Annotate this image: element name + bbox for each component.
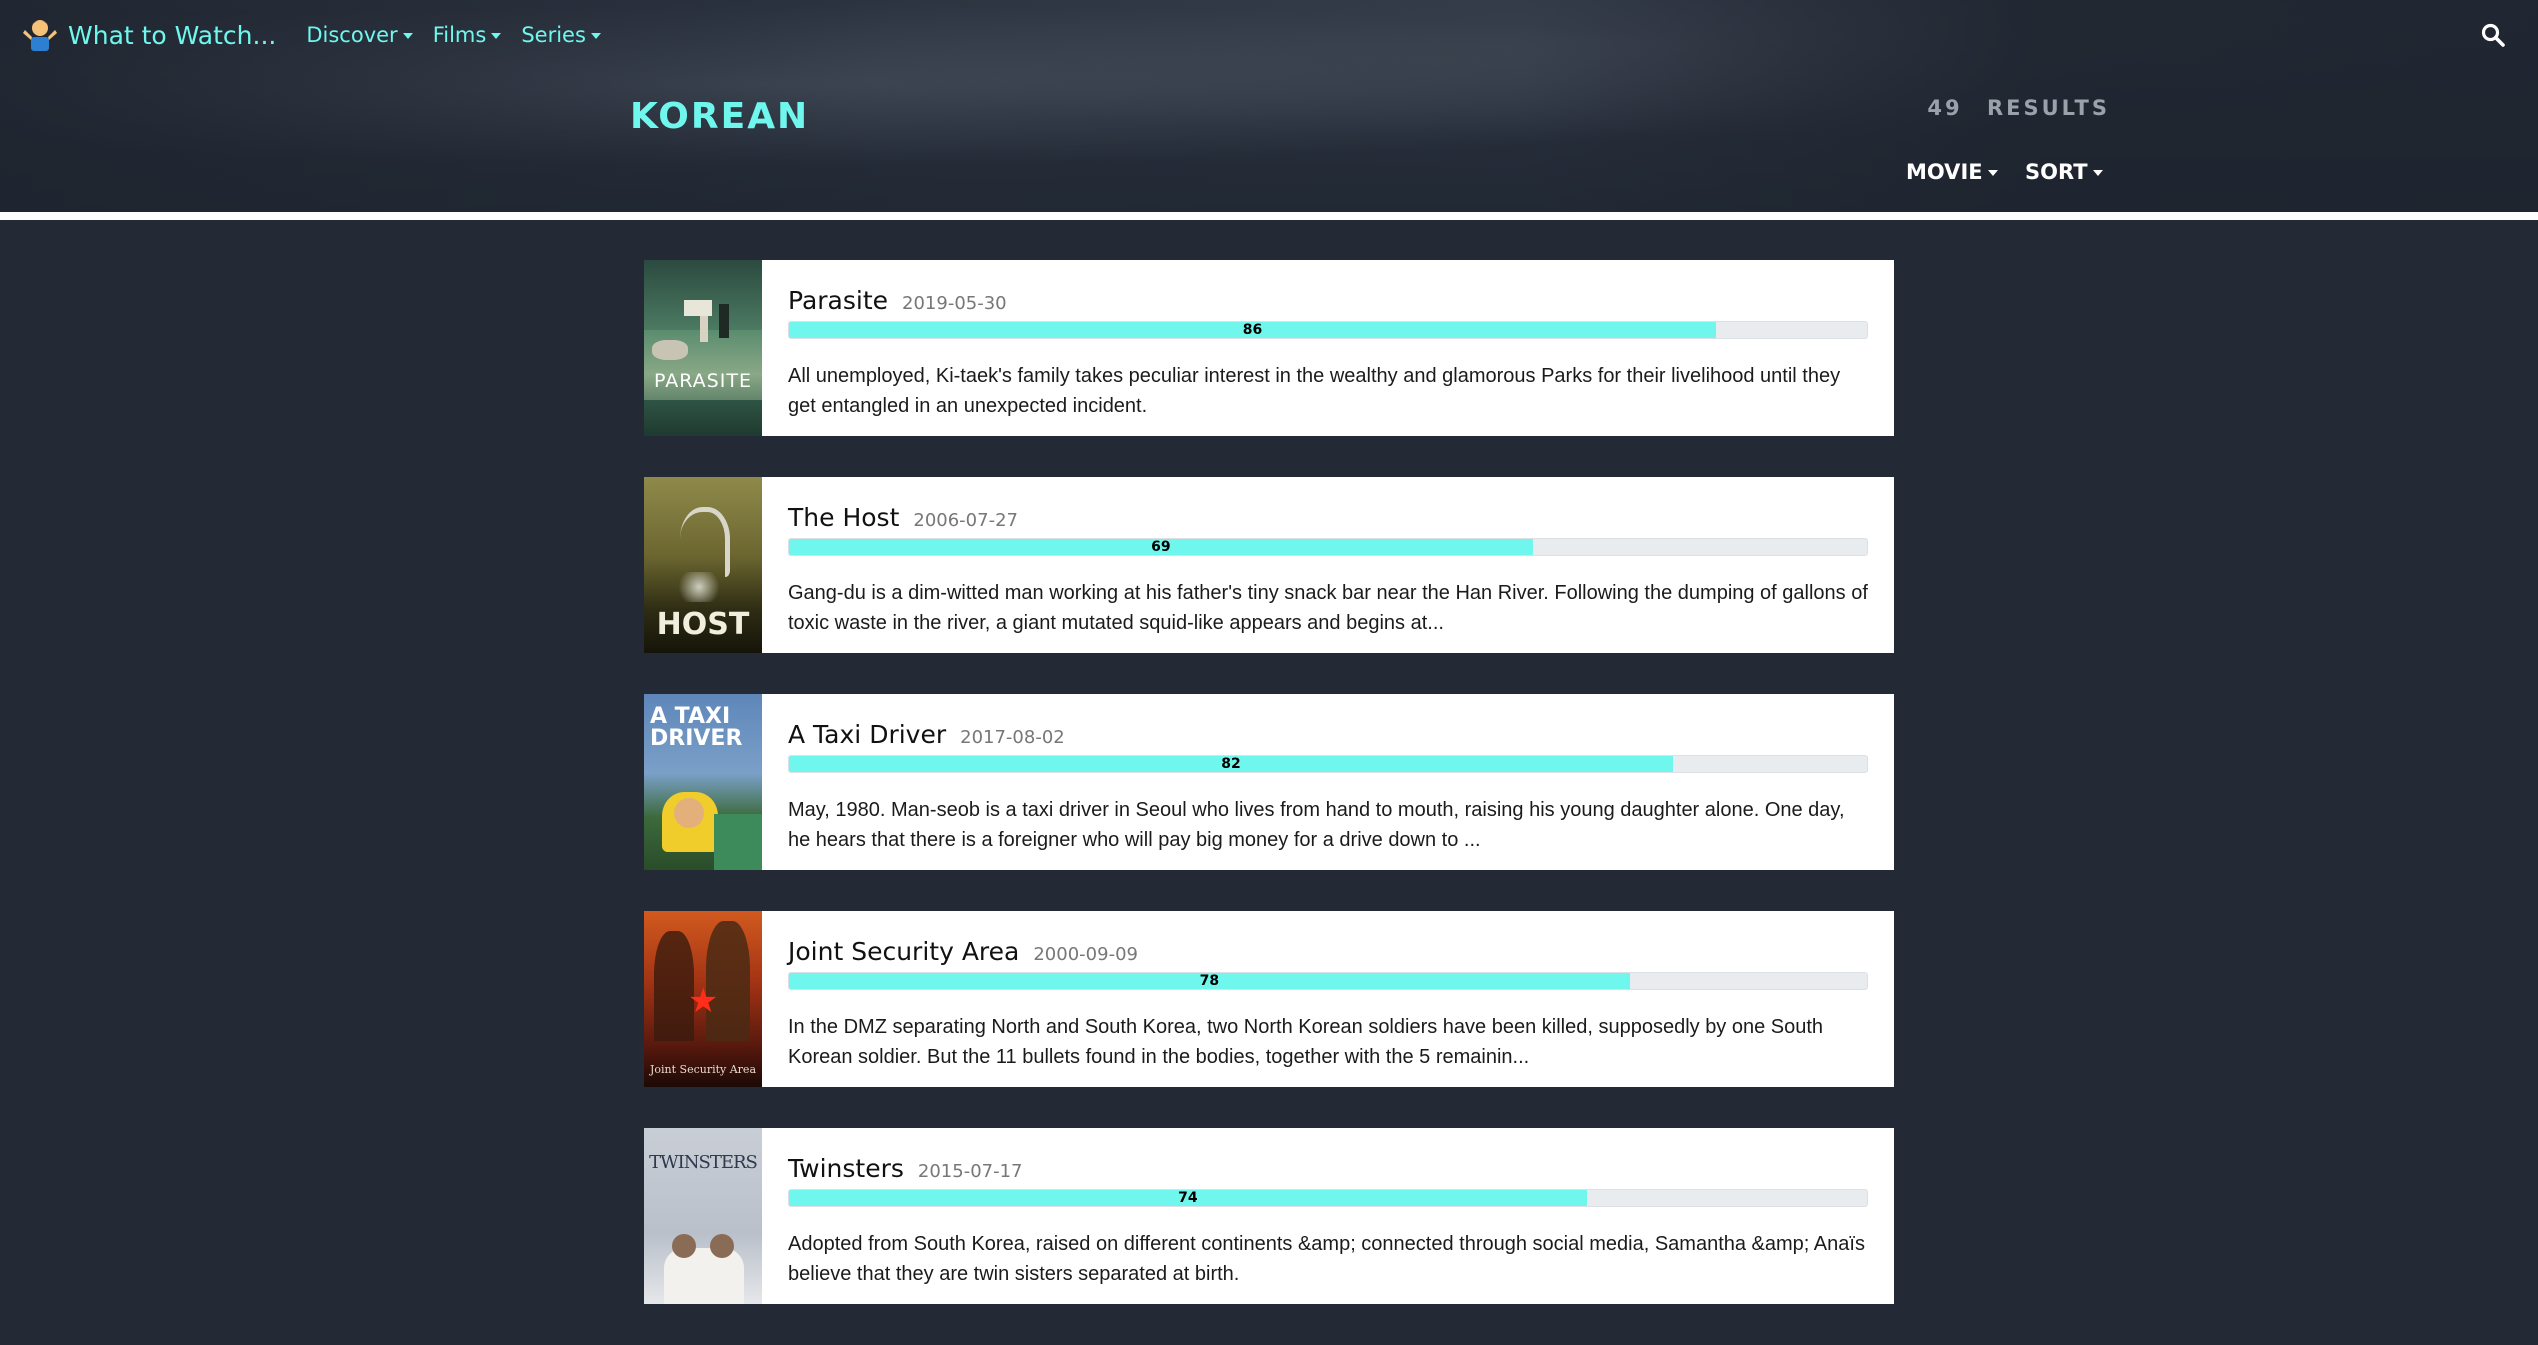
- media-type-label: MOVIE: [1906, 160, 1983, 184]
- results-count: 49: [1927, 96, 1963, 120]
- rating-bar: 86: [788, 321, 1868, 339]
- movie-card[interactable]: PARASITE Parasite 2019-05-30 86 All unem…: [644, 260, 1894, 436]
- rating-bar: 82: [788, 755, 1868, 773]
- movie-poster[interactable]: HOST: [644, 477, 762, 653]
- caret-down-icon: [491, 33, 502, 39]
- rating-value: 69: [1151, 539, 1171, 555]
- movie-card[interactable]: TWINSTERS Twinsters 2015-07-17 74 Adopte…: [644, 1128, 1894, 1304]
- poster-title-text: HOST: [656, 607, 750, 642]
- movie-list: PARASITE Parasite 2019-05-30 86 All unem…: [644, 260, 1894, 1345]
- hero-divider: [0, 212, 2538, 220]
- rating-bar: 69: [788, 538, 1868, 556]
- media-type-dropdown[interactable]: MOVIE: [1906, 160, 1998, 184]
- movie-overview: May, 1980. Man-seob is a taxi driver in …: [788, 799, 1845, 851]
- search-icon[interactable]: [2480, 22, 2506, 48]
- movie-poster[interactable]: A TAXI DRIVER: [644, 694, 762, 870]
- movie-title[interactable]: Twinsters: [788, 1154, 904, 1183]
- movie-card-body: The Host 2006-07-27 69 Gang-du is a dim-…: [762, 477, 1894, 653]
- rating-value: 82: [1221, 756, 1241, 772]
- caret-down-icon: [402, 33, 413, 39]
- caret-down-icon: [590, 33, 601, 39]
- nav-films-dropdown[interactable]: Films: [433, 23, 502, 47]
- poster-title-text: Joint Security Area: [649, 1063, 757, 1076]
- movie-card-body: Parasite 2019-05-30 86 All unemployed, K…: [762, 260, 1894, 436]
- brand-link[interactable]: What to Watch...: [20, 15, 276, 55]
- nav-series-label: Series: [521, 23, 586, 47]
- rating-bar: 74: [788, 1189, 1868, 1207]
- brand-name: What to Watch...: [68, 20, 277, 50]
- release-date: 2017-08-02: [960, 727, 1065, 748]
- movie-card[interactable]: A TAXI DRIVER A Taxi Driver 2017-08-02 8…: [644, 694, 1894, 870]
- rating-bar: 78: [788, 972, 1868, 990]
- caret-down-icon: [2092, 170, 2103, 176]
- rating-value: 78: [1199, 973, 1220, 989]
- top-navbar: What to Watch... Discover Films Series: [0, 0, 2538, 70]
- rating-value: 86: [1242, 322, 1263, 338]
- movie-card[interactable]: ★ Joint Security Area Joint Security Are…: [644, 911, 1894, 1087]
- movie-overview: Gang-du is a dim-witted man working at h…: [788, 582, 1868, 634]
- sort-label: SORT: [2025, 160, 2088, 184]
- movie-title[interactable]: Joint Security Area: [788, 937, 1019, 966]
- results-label: RESULTS: [1986, 96, 2110, 120]
- movie-title[interactable]: Parasite: [788, 286, 888, 315]
- star-icon: ★: [688, 981, 719, 1021]
- release-date: 2019-05-30: [902, 293, 1007, 314]
- rating-value: 74: [1178, 1190, 1198, 1206]
- nav-discover-dropdown[interactable]: Discover: [306, 23, 413, 47]
- movie-overview: Adopted from South Korea, raised on diff…: [788, 1233, 1865, 1285]
- movie-card-body: Joint Security Area 2000-09-09 78 In the…: [762, 911, 1894, 1087]
- movie-poster[interactable]: ★ Joint Security Area: [644, 911, 762, 1087]
- movie-card[interactable]: HOST The Host 2006-07-27 69 Gang-du is a…: [644, 477, 1894, 653]
- release-date: 2006-07-27: [913, 510, 1018, 531]
- shrugging-person-icon: [23, 20, 57, 51]
- nav-films-label: Films: [432, 23, 487, 47]
- movie-poster[interactable]: TWINSTERS: [644, 1128, 762, 1304]
- movie-card-body: A Taxi Driver 2017-08-02 82 May, 1980. M…: [762, 694, 1894, 870]
- caret-down-icon: [1987, 170, 1998, 176]
- results-counter: 49 RESULTS: [1927, 96, 2110, 120]
- movie-overview: All unemployed, Ki-taek's family takes p…: [788, 365, 1841, 417]
- nav-discover-label: Discover: [306, 23, 398, 47]
- movie-poster[interactable]: PARASITE: [644, 260, 762, 436]
- poster-title-text: PARASITE: [654, 370, 752, 392]
- movie-title[interactable]: The Host: [788, 503, 899, 532]
- nav-series-dropdown[interactable]: Series: [521, 23, 601, 47]
- page-title: KOREAN: [630, 96, 810, 137]
- release-date: 2015-07-17: [917, 1161, 1023, 1182]
- movie-card-body: Twinsters 2015-07-17 74 Adopted from Sou…: [762, 1128, 1894, 1304]
- release-date: 2000-09-09: [1033, 944, 1138, 965]
- movie-title[interactable]: A Taxi Driver: [788, 720, 946, 749]
- poster-title-text: A TAXI DRIVER: [650, 704, 743, 751]
- poster-title-text: TWINSTERS: [649, 1152, 758, 1173]
- sort-dropdown[interactable]: SORT: [2025, 160, 2103, 184]
- movie-overview: In the DMZ separating North and South Ko…: [788, 1016, 1824, 1068]
